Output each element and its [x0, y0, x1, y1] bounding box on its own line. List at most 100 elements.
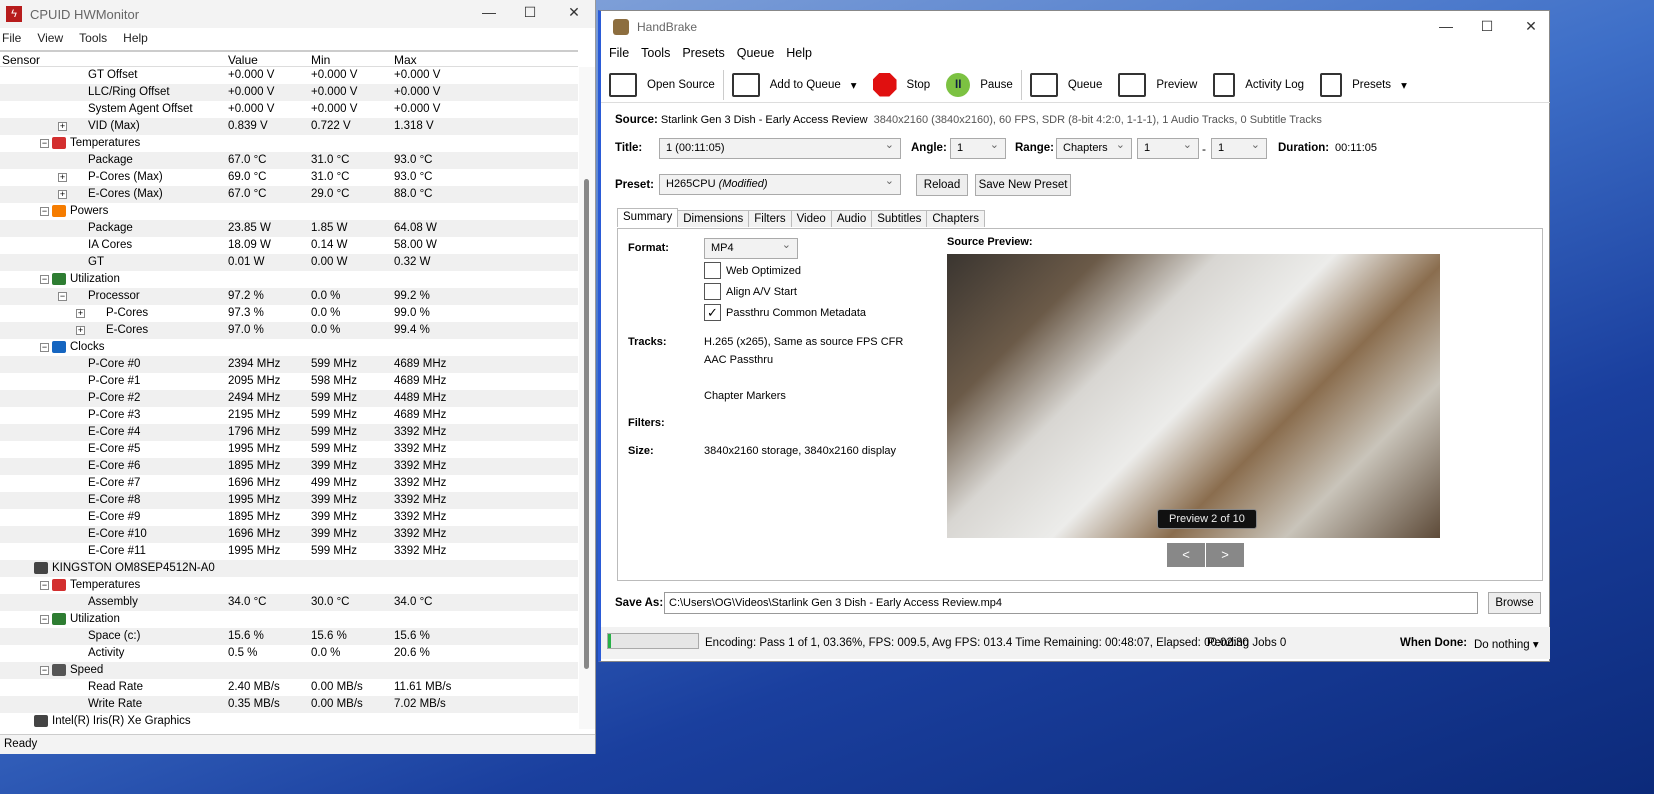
range-start-select[interactable]: 1	[1137, 136, 1199, 159]
format-select[interactable]: MP4	[704, 236, 798, 259]
expand-toggle-icon[interactable]: +	[58, 122, 67, 131]
sensor-row[interactable]: + E-Cores 97.0 % 0.0 % 99.4 %	[0, 322, 578, 339]
sensor-row[interactable]: − Temperatures	[0, 577, 578, 594]
sensor-row[interactable]: E-Core #7 1696 MHz 499 MHz 3392 MHz	[0, 475, 578, 492]
collapse-toggle-icon[interactable]: −	[40, 275, 49, 284]
preview-button[interactable]: Preview	[1110, 72, 1205, 97]
open-source-button[interactable]: Open Source	[601, 72, 723, 97]
menu-tools[interactable]: Tools	[79, 31, 107, 45]
sensor-row[interactable]: GT Offset +0.000 V +0.000 V +0.000 V	[0, 67, 578, 84]
menu-help[interactable]: Help	[123, 31, 148, 45]
tab-summary[interactable]: Summary	[617, 208, 679, 227]
col-sensor[interactable]: Sensor	[2, 53, 40, 67]
sensor-row[interactable]: P-Core #0 2394 MHz 599 MHz 4689 MHz	[0, 356, 578, 373]
save-new-preset-button[interactable]: Save New Preset	[975, 174, 1071, 196]
menu-view[interactable]: View	[37, 31, 63, 45]
sensor-row[interactable]: − Utilization	[0, 611, 578, 628]
sensor-row[interactable]: E-Core #4 1796 MHz 599 MHz 3392 MHz	[0, 424, 578, 441]
sensor-row[interactable]: Intel(R) Iris(R) Xe Graphics	[0, 713, 578, 730]
minimize-button[interactable]: —	[1431, 18, 1461, 34]
sensor-row[interactable]: − Powers	[0, 203, 578, 220]
source-preview-image[interactable]: Preview 2 of 10	[947, 254, 1440, 538]
dropdown-arrow-icon[interactable]: ▾	[851, 78, 857, 92]
maximize-button[interactable]: ☐	[515, 4, 545, 21]
menu-file[interactable]: File	[609, 46, 629, 60]
sensor-row[interactable]: Activity 0.5 % 0.0 % 20.6 %	[0, 645, 578, 662]
sensor-row[interactable]: P-Core #3 2195 MHz 599 MHz 4689 MHz	[0, 407, 578, 424]
expand-toggle-icon[interactable]: +	[58, 190, 67, 199]
dropdown-arrow-icon[interactable]: ▾	[1401, 78, 1407, 92]
sensor-row[interactable]: KINGSTON OM8SEP4512N-A0	[0, 560, 578, 577]
menu-help[interactable]: Help	[786, 46, 812, 60]
sensor-row[interactable]: − Speed	[0, 662, 578, 679]
browse-button[interactable]: Browse	[1488, 592, 1541, 614]
sensor-row[interactable]: Read Rate 2.40 MB/s 0.00 MB/s 11.61 MB/s	[0, 679, 578, 696]
sensor-row[interactable]: System Agent Offset +0.000 V +0.000 V +0.00…	[0, 101, 578, 118]
angle-select[interactable]: 1	[950, 136, 1006, 159]
sensor-row[interactable]: IA Cores 18.09 W 0.14 W 58.00 W	[0, 237, 578, 254]
sensor-row[interactable]: P-Core #1 2095 MHz 598 MHz 4689 MHz	[0, 373, 578, 390]
menu-presets[interactable]: Presets	[682, 46, 724, 60]
expand-toggle-icon[interactable]: +	[58, 173, 67, 182]
sensor-row[interactable]: + VID (Max) 0.839 V 0.722 V 1.318 V	[0, 118, 578, 135]
tab-subtitles[interactable]: Subtitles	[871, 210, 928, 227]
pause-button[interactable]: II Pause	[938, 72, 1021, 97]
tab-dimensions[interactable]: Dimensions	[677, 210, 750, 227]
sensor-row[interactable]: E-Core #8 1995 MHz 399 MHz 3392 MHz	[0, 492, 578, 509]
sensor-row[interactable]: + E-Cores (Max) 67.0 °C 29.0 °C 88.0 °C	[0, 186, 578, 203]
when-done-select[interactable]: Do nothing ▾	[1474, 637, 1539, 651]
range-type-select[interactable]: Chapters	[1056, 136, 1132, 159]
menu-file[interactable]: File	[2, 31, 21, 45]
activity-log-button[interactable]: Activity Log	[1205, 72, 1312, 97]
sensor-row[interactable]: − Clocks	[0, 339, 578, 356]
menu-tools[interactable]: Tools	[641, 46, 670, 60]
sensor-row[interactable]: + P-Cores (Max) 69.0 °C 31.0 °C 93.0 °C	[0, 169, 578, 186]
tab-video[interactable]: Video	[790, 210, 832, 227]
presets-button[interactable]: Presets ▾	[1312, 72, 1415, 97]
sensor-row[interactable]: − Processor 97.2 % 0.0 % 99.2 %	[0, 288, 578, 305]
expand-toggle-icon[interactable]: +	[76, 309, 85, 318]
collapse-toggle-icon[interactable]: −	[40, 581, 49, 590]
sensor-row[interactable]: Package 67.0 °C 31.0 °C 93.0 °C	[0, 152, 578, 169]
sensor-row[interactable]: E-Core #11 1995 MHz 599 MHz 3392 MHz	[0, 543, 578, 560]
close-button[interactable]: ✕	[1516, 18, 1546, 35]
next-preview-button[interactable]: >	[1206, 543, 1244, 567]
sensor-row[interactable]: Assembly 34.0 °C 30.0 °C 34.0 °C	[0, 594, 578, 611]
minimize-button[interactable]: —	[474, 4, 504, 20]
collapse-toggle-icon[interactable]: −	[40, 343, 49, 352]
close-button[interactable]: ✕	[559, 4, 589, 21]
range-end-select[interactable]: 1	[1211, 136, 1267, 159]
sensor-row[interactable]: E-Core #10 1696 MHz 399 MHz 3392 MHz	[0, 526, 578, 543]
sensor-row[interactable]: LLC/Ring Offset +0.000 V +0.000 V +0.000 V	[0, 84, 578, 101]
col-min[interactable]: Min	[311, 53, 330, 67]
queue-button[interactable]: Queue	[1022, 72, 1111, 97]
vertical-scrollbar[interactable]	[579, 67, 595, 729]
collapse-toggle-icon[interactable]: −	[40, 207, 49, 216]
expand-toggle-icon[interactable]: +	[76, 326, 85, 335]
sensor-row[interactable]: + P-Cores 97.3 % 0.0 % 99.0 %	[0, 305, 578, 322]
tab-audio[interactable]: Audio	[830, 210, 873, 227]
sensor-row[interactable]: P-Core #2 2494 MHz 599 MHz 4489 MHz	[0, 390, 578, 407]
sensor-row[interactable]: − Utilization	[0, 271, 578, 288]
sensor-row[interactable]: E-Core #9 1895 MHz 399 MHz 3392 MHz	[0, 509, 578, 526]
collapse-toggle-icon[interactable]: −	[40, 615, 49, 624]
previous-preview-button[interactable]: <	[1167, 543, 1205, 567]
sensor-row[interactable]: Package 23.85 W 1.85 W 64.08 W	[0, 220, 578, 237]
sensor-row[interactable]: E-Core #5 1995 MHz 599 MHz 3392 MHz	[0, 441, 578, 458]
sensor-row[interactable]: GT 0.01 W 0.00 W 0.32 W	[0, 254, 578, 271]
collapse-toggle-icon[interactable]: −	[58, 292, 67, 301]
add-to-queue-button[interactable]: Add to Queue ▾	[724, 72, 865, 97]
tab-chapters[interactable]: Chapters	[926, 210, 986, 227]
sensor-row[interactable]: Space (c:) 15.6 % 15.6 % 15.6 %	[0, 628, 578, 645]
col-max[interactable]: Max	[394, 53, 417, 67]
col-value[interactable]: Value	[228, 53, 258, 67]
collapse-toggle-icon[interactable]: −	[40, 666, 49, 675]
passthru-metadata-checkbox[interactable]: ✓	[704, 304, 721, 321]
stop-button[interactable]: Stop	[865, 72, 939, 97]
collapse-toggle-icon[interactable]: −	[40, 139, 49, 148]
web-optimized-checkbox[interactable]	[704, 262, 721, 279]
tab-filters[interactable]: Filters	[748, 210, 792, 227]
title-select[interactable]: 1 (00:11:05)	[659, 136, 901, 159]
reload-button[interactable]: Reload	[916, 174, 968, 196]
sensor-row[interactable]: E-Core #6 1895 MHz 399 MHz 3392 MHz	[0, 458, 578, 475]
